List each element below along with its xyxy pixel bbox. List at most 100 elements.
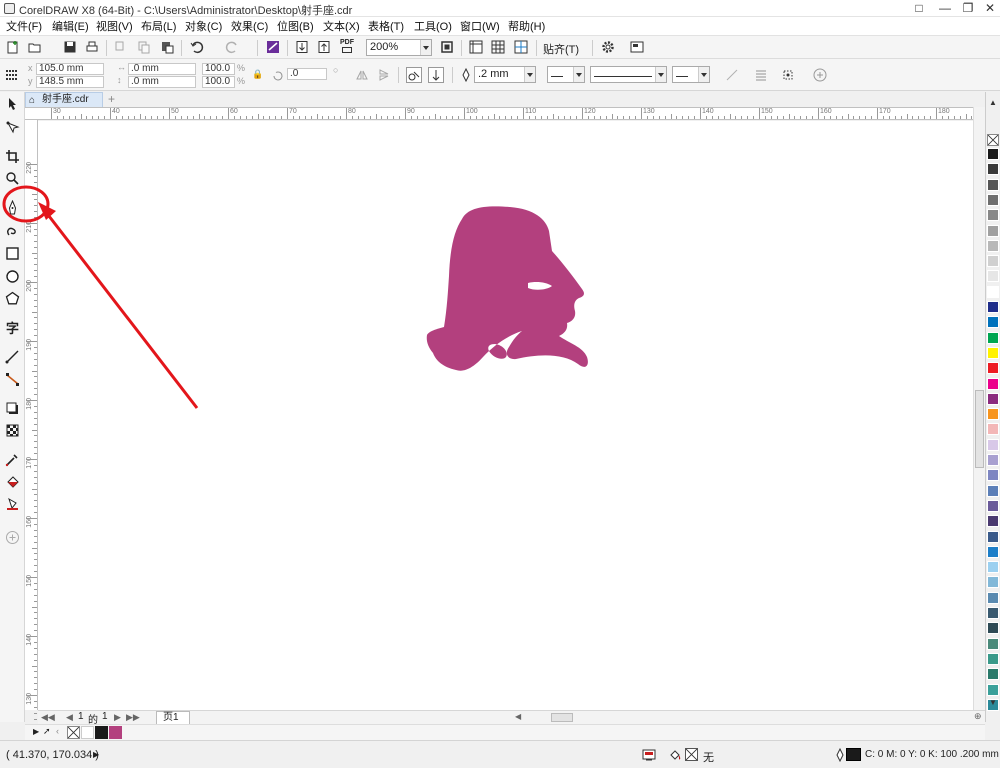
menu-help[interactable]: 帮助(H): [508, 18, 545, 34]
lock-ratio-icon[interactable]: 🔒: [252, 69, 263, 80]
connector-tool-icon[interactable]: [4, 371, 21, 388]
y-position-field[interactable]: 148.5 mm: [36, 76, 104, 88]
zoom-navigator-icon[interactable]: ⊕: [974, 711, 982, 722]
rectangle-tool-icon[interactable]: [4, 245, 21, 262]
color-swatch[interactable]: [987, 362, 999, 375]
color-swatch[interactable]: [987, 530, 999, 543]
snap-to-menu[interactable]: 贴齐(T): [543, 41, 579, 57]
eyedropper-tool-icon[interactable]: [4, 451, 21, 468]
color-swatch[interactable]: [987, 301, 999, 313]
parallel-dimension-tool-icon[interactable]: [4, 348, 21, 365]
doc-swatch-black[interactable]: [95, 726, 108, 739]
color-swatch[interactable]: [987, 622, 999, 635]
chevron-down-icon[interactable]: [524, 67, 535, 82]
scale-y-field[interactable]: 100.0: [202, 76, 235, 88]
color-swatch[interactable]: [987, 438, 999, 451]
sagittarius-head-silhouette[interactable]: [426, 206, 588, 371]
import-icon[interactable]: [294, 39, 310, 55]
menu-file[interactable]: 文件(F): [6, 18, 42, 34]
color-swatch[interactable]: [987, 454, 999, 466]
color-swatch[interactable]: [987, 209, 999, 222]
text-tool-icon[interactable]: 字: [4, 319, 21, 336]
menu-tools[interactable]: 工具(O): [414, 18, 452, 34]
color-swatch[interactable]: [987, 163, 999, 176]
palette-scroll-down-icon[interactable]: ▼: [989, 698, 997, 707]
menu-text[interactable]: 文本(X): [323, 18, 360, 34]
shape-tool-icon[interactable]: [4, 119, 21, 136]
color-swatch[interactable]: [987, 515, 999, 528]
application-launcher-icon[interactable]: [629, 39, 645, 55]
scale-x-field[interactable]: 100.0: [202, 63, 235, 75]
chevron-down-icon[interactable]: [655, 67, 666, 82]
new-document-icon[interactable]: [5, 39, 21, 55]
eyedropper-icon[interactable]: ➚: [43, 726, 51, 737]
vertical-scroll-thumb[interactable]: [975, 390, 984, 468]
wrap-text-icon[interactable]: [753, 67, 769, 83]
mirror-vertical-icon[interactable]: [376, 67, 392, 83]
zoom-level-combo[interactable]: 200%: [366, 39, 432, 56]
color-swatch[interactable]: [987, 193, 999, 206]
drop-shadow-tool-icon[interactable]: [4, 400, 21, 417]
mirror-horizontal-icon[interactable]: [354, 67, 370, 83]
no-color-swatch[interactable]: [987, 134, 999, 146]
color-swatch[interactable]: [987, 346, 999, 359]
chevron-down-icon[interactable]: [698, 67, 709, 82]
doc-palette-menu-icon[interactable]: ▶: [33, 727, 39, 736]
add-icon[interactable]: [812, 67, 828, 83]
doc-swatch-accent[interactable]: [109, 726, 122, 739]
color-swatch[interactable]: [987, 561, 999, 574]
undo-icon[interactable]: [189, 39, 205, 55]
options-gear-icon[interactable]: [600, 39, 616, 55]
horizontal-scroll-thumb[interactable]: [551, 713, 573, 722]
first-page-icon[interactable]: ◀◀: [41, 712, 55, 723]
edit-nodes-icon[interactable]: [406, 67, 422, 83]
color-swatch[interactable]: [987, 668, 999, 681]
color-swatch[interactable]: [987, 484, 999, 497]
menu-view[interactable]: 视图(V): [96, 18, 133, 34]
create-boundary-icon[interactable]: [780, 67, 796, 83]
transparency-tool-icon[interactable]: [4, 422, 21, 439]
color-swatch[interactable]: [987, 469, 999, 482]
menu-bitmaps[interactable]: 位图(B): [277, 18, 314, 34]
color-swatch[interactable]: [987, 683, 999, 696]
color-swatch[interactable]: [987, 316, 999, 329]
chevron-left-icon[interactable]: ‹: [56, 726, 59, 736]
menu-window[interactable]: 窗口(W): [460, 18, 500, 34]
color-swatch[interactable]: [987, 499, 999, 512]
chevron-down-icon[interactable]: [573, 67, 584, 82]
color-swatch[interactable]: [987, 545, 999, 558]
color-swatch[interactable]: [987, 392, 999, 405]
color-swatch[interactable]: [987, 607, 999, 619]
search-content-icon[interactable]: [265, 39, 281, 55]
x-position-field[interactable]: 105.0 mm: [36, 63, 104, 75]
color-swatch[interactable]: [987, 270, 999, 283]
start-arrowhead-combo[interactable]: [547, 66, 585, 83]
color-swatch[interactable]: [987, 285, 999, 298]
menu-object[interactable]: 对象(C): [185, 18, 222, 34]
print-icon[interactable]: [84, 39, 100, 55]
close-button[interactable]: ✕: [977, 0, 1000, 16]
show-guidelines-icon[interactable]: [513, 39, 529, 55]
color-proof-icon[interactable]: [641, 747, 657, 763]
rotation-angle-field[interactable]: .0: [287, 68, 327, 80]
redo-icon[interactable]: [224, 39, 240, 55]
user-icon[interactable]: □: [906, 0, 932, 16]
show-grid-icon[interactable]: [490, 39, 506, 55]
document-tab[interactable]: ⌂ 射手座.cdr: [25, 92, 103, 107]
line-style-combo[interactable]: [590, 66, 667, 83]
vertical-scrollbar[interactable]: [973, 107, 985, 710]
polygon-tool-icon[interactable]: [4, 290, 21, 307]
color-swatch[interactable]: [987, 239, 999, 252]
close-curve-icon[interactable]: [724, 67, 740, 83]
smart-fill-tool-icon[interactable]: [4, 496, 21, 513]
full-screen-preview-icon[interactable]: [439, 39, 455, 55]
show-rulers-icon[interactable]: [468, 39, 484, 55]
height-field[interactable]: .0 mm: [128, 76, 196, 88]
ellipse-tool-icon[interactable]: [4, 268, 21, 285]
horizontal-ruler[interactable]: 30 40 50 60 70 80 90 100 110 120 130 140 150 160 170 18…: [25, 107, 991, 120]
export-icon[interactable]: [316, 39, 332, 55]
next-page-icon[interactable]: ▶: [114, 712, 121, 723]
fill-bucket-icon[interactable]: [667, 747, 683, 763]
save-icon[interactable]: [62, 39, 78, 55]
new-tab-icon[interactable]: +: [105, 93, 118, 106]
